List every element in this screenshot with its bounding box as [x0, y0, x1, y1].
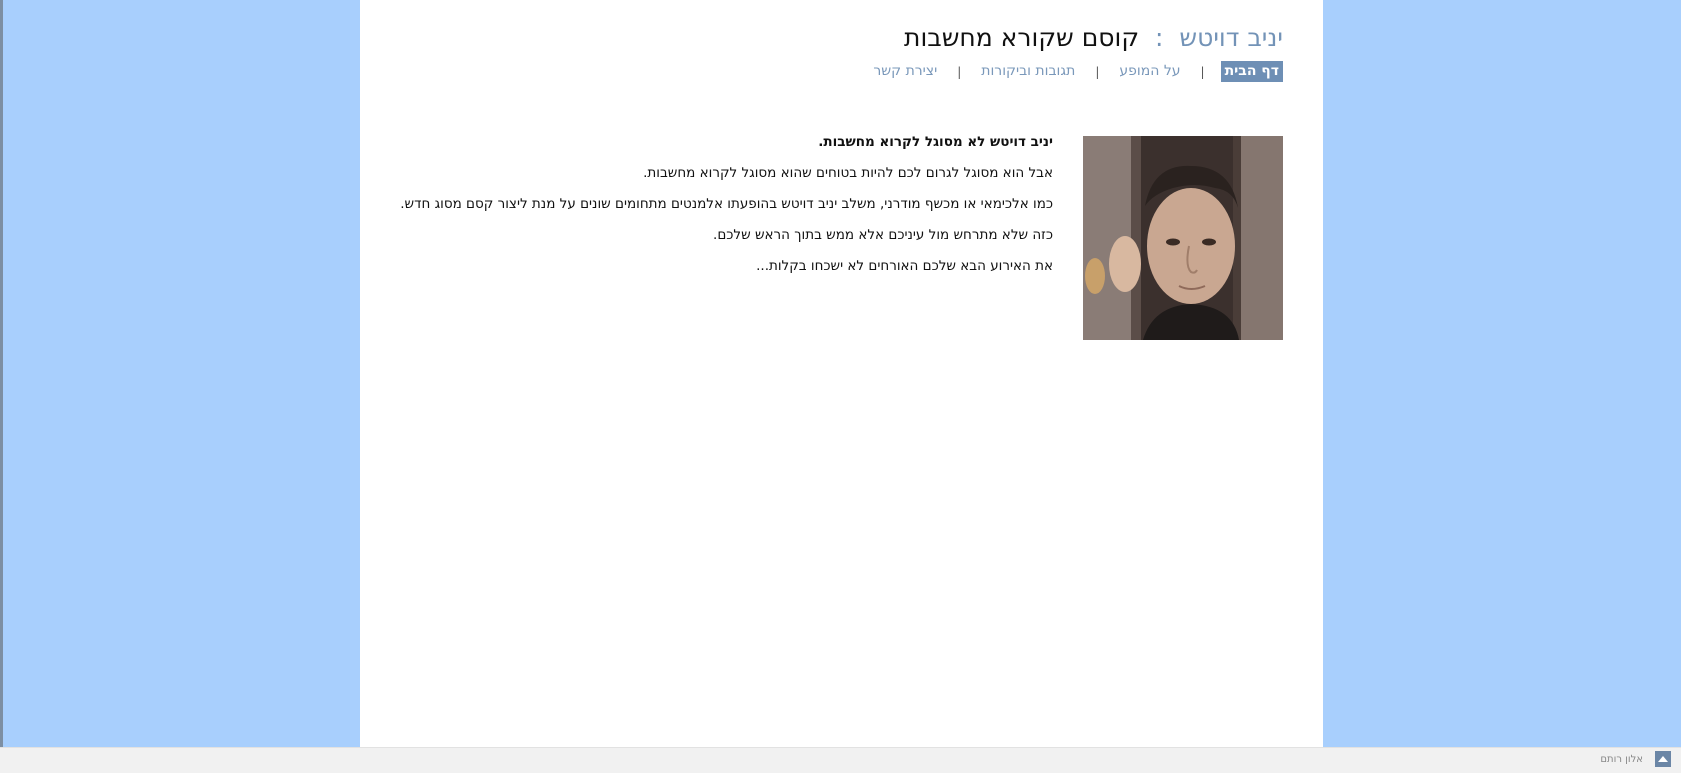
intro-text: יניב דויטש לא מסוגל לקרוא מחשבות. אבל הו… — [400, 134, 1053, 289]
nav-item-home[interactable]: דף הבית — [1220, 61, 1283, 82]
paragraph: כזה שלא מתרחש מול עיניכם אלא ממש בתוך הר… — [713, 227, 1053, 243]
title-separator: : — [1155, 23, 1164, 52]
paragraph: את האירוע הבא שלכם האורחים לא ישכחו בקלו… — [756, 258, 1053, 274]
page-title: יניב דויטש : קוסם שקורא מחשבות — [904, 22, 1283, 54]
nav-separator: | — [1095, 64, 1100, 79]
nav-item-about-show[interactable]: על המופע — [1115, 61, 1184, 82]
window-left-edge — [0, 0, 3, 747]
nav-item-contact[interactable]: יצירת קשר — [869, 61, 941, 82]
nav-item-reviews[interactable]: תגובות וביקורות — [977, 61, 1079, 82]
footer-credit[interactable]: אלון רותם — [1600, 754, 1643, 765]
page-container: יניב דויטש : קוסם שקורא מחשבות דף הבית |… — [360, 0, 1323, 747]
nav-separator: | — [957, 64, 962, 79]
footer-bar: אלון רותם — [0, 747, 1681, 773]
up-arrow-icon[interactable] — [1655, 751, 1671, 767]
paragraph: כמו אלכימאי או מכשף מודרני, משלב יניב דו… — [400, 196, 1053, 212]
lead-paragraph: יניב דויטש לא מסוגל לקרוא מחשבות. — [818, 134, 1053, 150]
main-nav: דף הבית | על המופע | תגובות וביקורות | י… — [869, 61, 1283, 82]
site-subtitle: קוסם שקורא מחשבות — [904, 23, 1140, 52]
performer-photo — [1083, 136, 1283, 340]
site-name: יניב דויטש — [1179, 23, 1283, 52]
paragraph: אבל הוא מסוגל לגרום לכם להיות בטוחים שהו… — [643, 165, 1053, 181]
nav-separator: | — [1200, 64, 1205, 79]
